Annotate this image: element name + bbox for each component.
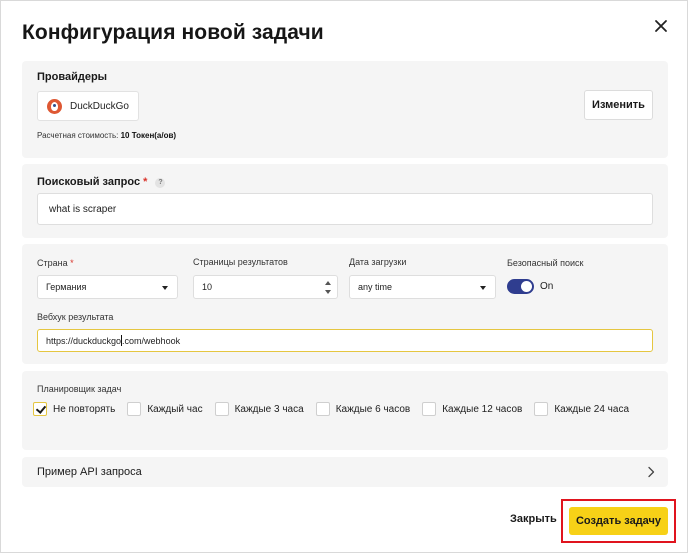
change-provider-button[interactable]: Изменить xyxy=(584,90,653,120)
search-query-label: Поисковый запрос * ? xyxy=(37,176,166,188)
toggle-knob xyxy=(521,281,532,292)
country-label-text: Страна xyxy=(37,258,68,268)
estimated-cost: Расчетная стоимость: 10 Токен(а/ов) xyxy=(37,131,176,140)
search-query-input[interactable]: what is scraper xyxy=(37,193,653,225)
chevron-down-icon xyxy=(162,286,168,290)
search-query-panel: Поисковый запрос * ? what is scraper xyxy=(22,164,668,238)
checkbox-checked[interactable] xyxy=(33,402,47,416)
scheduler-option-label: Каждый час xyxy=(147,403,203,415)
new-task-modal: Конфигурация новой задачи Провайдеры Duc… xyxy=(0,0,688,553)
scheduler-option-6h[interactable]: Каждые 6 часов xyxy=(315,402,411,416)
help-icon[interactable]: ? xyxy=(155,178,166,188)
cost-prefix: Расчетная стоимость: xyxy=(37,131,121,140)
safe-search-label: Безопасный поиск xyxy=(507,258,584,268)
checkbox[interactable] xyxy=(422,402,437,416)
country-label: Страна * xyxy=(37,258,74,268)
safe-search-state: On xyxy=(540,281,554,292)
scheduler-option-no-repeat[interactable]: Не повторять xyxy=(33,402,115,416)
checkbox[interactable] xyxy=(127,402,142,416)
checkbox[interactable] xyxy=(214,402,229,416)
checkbox[interactable] xyxy=(534,402,549,416)
duckduckgo-logo-icon xyxy=(47,98,62,114)
stepper-arrows-icon[interactable] xyxy=(325,281,331,294)
chevron-down-icon xyxy=(480,286,486,290)
webhook-label: Вебхук результата xyxy=(37,312,114,322)
scheduler-panel: Планировщик задач Не повторять Каждый ча… xyxy=(22,371,668,450)
api-example-row[interactable]: Пример API запроса xyxy=(22,457,668,487)
api-example-label: Пример API запроса xyxy=(37,466,142,478)
scheduler-option-3h[interactable]: Каждые 3 часа xyxy=(214,402,304,416)
date-select[interactable]: any time xyxy=(349,275,496,299)
scheduler-option-label: Каждые 12 часов xyxy=(442,403,523,415)
pages-label: Страницы результатов xyxy=(193,257,288,267)
close-button[interactable]: Закрыть xyxy=(510,513,557,525)
providers-label: Провайдеры xyxy=(37,71,108,83)
date-value: any time xyxy=(358,282,393,292)
pages-stepper[interactable]: 10 xyxy=(193,275,338,299)
create-button-highlight: Создать задачу xyxy=(561,499,676,543)
provider-chip: DuckDuckGo xyxy=(37,91,139,121)
pages-value: 10 xyxy=(202,282,213,292)
required-mark: * xyxy=(143,176,148,188)
chevron-right-icon[interactable] xyxy=(646,466,656,478)
close-icon[interactable] xyxy=(653,18,669,34)
scheduler-option-hourly[interactable]: Каждый час xyxy=(127,402,203,416)
scheduler-option-label: Каждые 24 часа xyxy=(554,403,630,415)
scheduler-option-label: Каждые 3 часа xyxy=(234,403,304,415)
checkbox[interactable] xyxy=(315,402,330,416)
provider-name: DuckDuckGo xyxy=(70,100,129,112)
providers-panel: Провайдеры DuckDuckGo Изменить Расчетная… xyxy=(22,61,668,158)
search-settings-panel: Страна * Германия Страницы результатов 1… xyxy=(22,244,668,364)
modal-title: Конфигурация новой задачи xyxy=(22,21,324,44)
country-value: Германия xyxy=(46,282,87,292)
webhook-value-end: .com/webhook xyxy=(122,335,181,346)
country-select[interactable]: Германия xyxy=(37,275,178,299)
create-task-button[interactable]: Создать задачу xyxy=(569,507,668,535)
webhook-value-start: https://duckduckgo xyxy=(46,335,122,346)
scheduler-options: Не повторять Каждый час Каждые 3 часа Ка… xyxy=(33,402,641,416)
scheduler-option-label: Не повторять xyxy=(53,403,116,415)
required-mark: * xyxy=(70,258,74,268)
date-label: Дата загрузки xyxy=(349,257,407,267)
safe-search-toggle[interactable] xyxy=(507,279,534,294)
scheduler-option-label: Каждые 6 часов xyxy=(335,403,411,415)
webhook-input[interactable]: https://duckduckgo .com/webhook xyxy=(37,329,653,352)
scheduler-option-12h[interactable]: Каждые 12 часов xyxy=(422,402,522,416)
search-query-label-text: Поисковый запрос xyxy=(37,176,141,188)
scheduler-label: Планировщик задач xyxy=(37,384,122,394)
scheduler-option-24h[interactable]: Каждые 24 часа xyxy=(534,402,629,416)
cost-value: 10 Токен(а/ов) xyxy=(120,131,177,140)
